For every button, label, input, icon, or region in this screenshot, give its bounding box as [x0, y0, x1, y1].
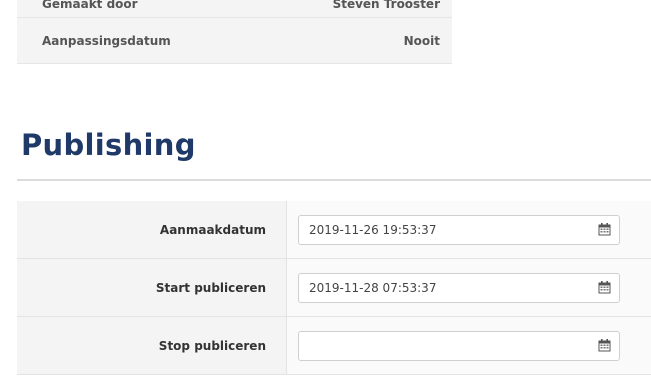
section-heading: Publishing: [21, 128, 196, 162]
info-label: Gemaakt door: [42, 0, 138, 11]
publish-stop-input[interactable]: [298, 330, 620, 361]
info-value: Steven Trooster: [332, 0, 440, 11]
heading-divider: [17, 179, 651, 181]
date-value: 2019-11-26 19:53:37: [309, 222, 437, 237]
field-label: Stop publiceren: [17, 317, 287, 374]
date-value: 2019-11-28 07:53:37: [309, 280, 437, 295]
info-row-created-by: Gemaakt door Steven Trooster: [17, 0, 452, 18]
calendar-icon[interactable]: [598, 338, 611, 352]
calendar-icon[interactable]: [598, 280, 611, 294]
info-value: Nooit: [403, 33, 440, 48]
created-date-input[interactable]: 2019-11-26 19:53:37: [298, 214, 620, 245]
info-label: Aanpassingsdatum: [42, 33, 171, 48]
field-cell: 2019-11-26 19:53:37: [287, 201, 651, 258]
field-label: Start publiceren: [17, 259, 287, 316]
form-row-publish-stop: Stop publiceren: [17, 317, 651, 375]
field-label: Aanmaakdatum: [17, 201, 287, 258]
field-cell: [287, 317, 651, 374]
info-table: Gemaakt door Steven Trooster Aanpassings…: [17, 0, 452, 64]
form-row-created-date: Aanmaakdatum 2019-11-26 19:53:37: [17, 201, 651, 259]
publishing-form: Aanmaakdatum 2019-11-26 19:53:37 Start p…: [17, 201, 651, 375]
field-cell: 2019-11-28 07:53:37: [287, 259, 651, 316]
info-row-modified-date: Aanpassingsdatum Nooit: [17, 18, 452, 64]
calendar-icon[interactable]: [598, 222, 611, 236]
form-row-publish-start: Start publiceren 2019-11-28 07:53:37: [17, 259, 651, 317]
publish-start-input[interactable]: 2019-11-28 07:53:37: [298, 272, 620, 303]
